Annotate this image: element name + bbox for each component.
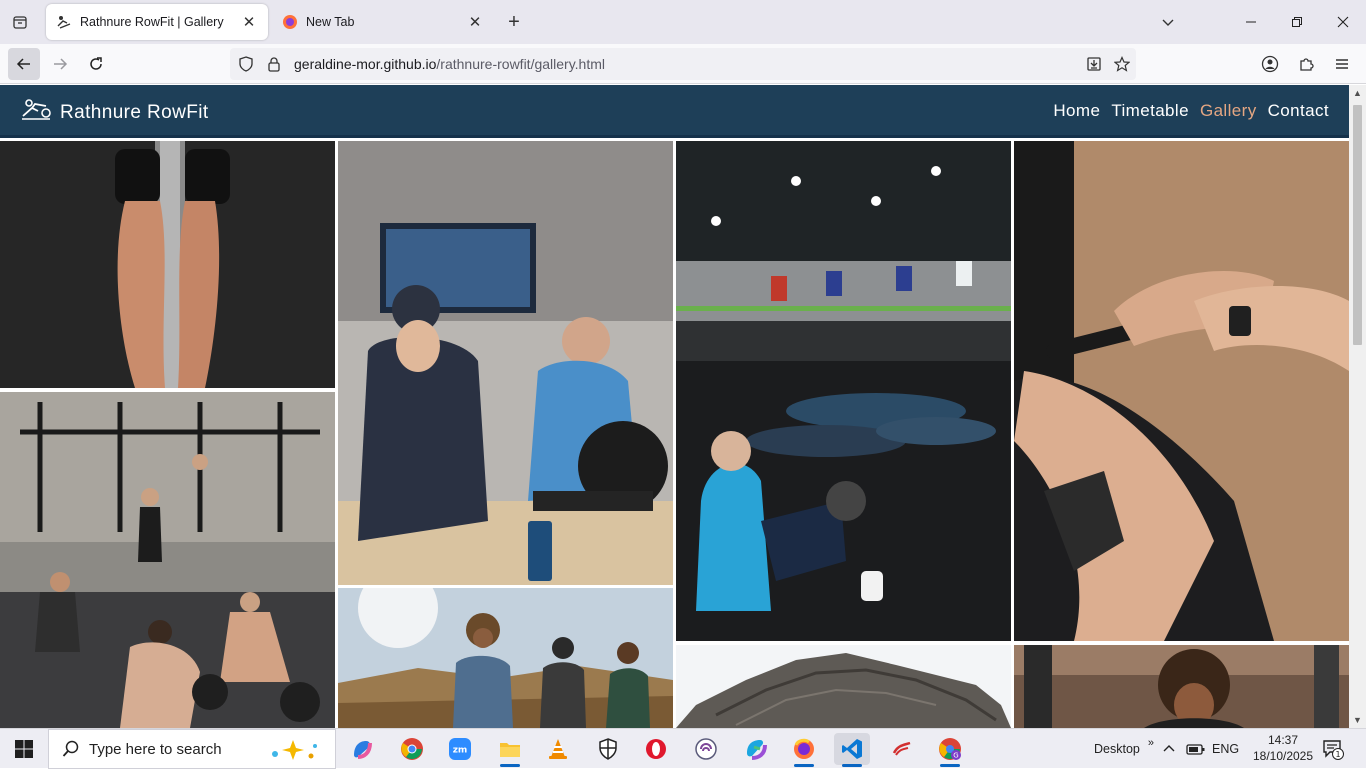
bookmark-star-icon[interactable] <box>1108 52 1136 76</box>
clock-time: 14:37 <box>1267 733 1299 747</box>
back-arrow-icon[interactable] <box>8 48 40 80</box>
reload-icon[interactable] <box>80 48 112 80</box>
notification-count: 1 <box>1335 750 1340 759</box>
desktop-toolbar-label[interactable]: Desktop » <box>1094 729 1154 769</box>
windows-taskbar: Type here to search zm G Desktop » ENG 1… <box>0 728 1366 769</box>
nav-gallery[interactable]: Gallery <box>1200 101 1257 121</box>
close-tab-icon[interactable]: ✕ <box>466 13 484 31</box>
minimize-icon[interactable] <box>1228 0 1274 44</box>
chrome-app-icon[interactable] <box>394 733 430 765</box>
new-tab-plus-icon[interactable]: + <box>502 10 526 34</box>
chrome-profile-app-icon[interactable]: G <box>932 733 968 767</box>
tab-list-icon[interactable] <box>8 10 32 34</box>
download-page-icon[interactable] <box>1080 52 1108 76</box>
restore-icon[interactable] <box>1274 0 1320 44</box>
app-running-indicator <box>940 764 960 767</box>
page-viewport: Rathnure RowFit Home Timetable Gallery C… <box>0 85 1366 728</box>
clock-date: 18/10/2025 <box>1252 749 1314 763</box>
tab-rathnure-gallery[interactable]: Rathnure RowFit | Gallery ✕ <box>46 4 268 40</box>
desktop-label: Desktop <box>1094 742 1140 756</box>
friends-hiking-photo[interactable] <box>338 588 673 728</box>
rowing-handle-grip-photo[interactable] <box>1014 141 1349 641</box>
search-icon <box>61 739 81 759</box>
scrollbar-thumb[interactable] <box>1353 105 1362 345</box>
scroll-down-arrow-icon[interactable]: ▼ <box>1349 712 1366 728</box>
security-shield-app-icon[interactable] <box>590 733 626 765</box>
gym-situps-class-photo[interactable] <box>676 141 1011 641</box>
search-highlight-sparkle-icon <box>265 738 325 762</box>
lock-icon[interactable] <box>262 52 286 76</box>
brand-logo-link[interactable]: Rathnure RowFit <box>20 98 209 127</box>
rock-formation-photo[interactable] <box>676 645 1011 728</box>
app-running-indicator <box>794 764 814 767</box>
vlc-app-icon[interactable] <box>540 733 576 765</box>
tab-new-tab[interactable]: New Tab ✕ <box>272 4 494 40</box>
clock[interactable]: 14:37 18/10/2025 <box>1250 732 1316 764</box>
chevron-double-right-icon[interactable]: » <box>1148 737 1154 749</box>
vscode-app-icon[interactable] <box>834 733 870 767</box>
browser-toolbar: geraldine-mor.github.io/rathnure-rowfit/… <box>0 44 1366 84</box>
svg-text:G: G <box>953 752 958 760</box>
rower-favicon-icon <box>56 14 72 30</box>
zoom-app-icon[interactable]: zm <box>442 733 478 765</box>
language-indicator[interactable]: ENG <box>1212 729 1239 769</box>
svg-text:zm: zm <box>453 746 468 756</box>
url-text[interactable]: geraldine-mor.github.io/rathnure-rowfit/… <box>294 56 1080 72</box>
site-header: Rathnure RowFit Home Timetable Gallery C… <box>0 85 1349 138</box>
nav-contact[interactable]: Contact <box>1268 101 1329 121</box>
file-explorer-icon[interactable] <box>492 733 528 767</box>
windows-start-icon[interactable] <box>0 729 48 769</box>
taskbar-search-box[interactable]: Type here to search <box>48 729 336 769</box>
scroll-up-arrow-icon[interactable]: ▲ <box>1349 85 1366 101</box>
rower-logo-icon <box>20 98 52 127</box>
firefox-favicon-icon <box>282 14 298 30</box>
forward-arrow-icon[interactable] <box>44 48 76 80</box>
close-window-icon[interactable] <box>1320 0 1366 44</box>
opera-app-icon[interactable] <box>638 733 674 765</box>
crossfit-group-photo[interactable] <box>0 392 335 728</box>
rowing-legs-photo[interactable] <box>0 141 335 388</box>
indoor-rowing-event-photo[interactable] <box>338 141 673 585</box>
tab-title: Rathnure RowFit | Gallery <box>80 15 224 29</box>
brand-name: Rathnure RowFit <box>60 101 209 123</box>
nav-timetable[interactable]: Timetable <box>1111 101 1189 121</box>
site-nav: Home Timetable Gallery Contact <box>1042 101 1329 121</box>
microsoft-365-app-icon[interactable] <box>738 733 774 765</box>
url-host: geraldine-mor.github.io <box>294 56 437 72</box>
firefox-app-icon[interactable] <box>786 733 822 767</box>
tray-overflow-chevron-icon[interactable] <box>1162 729 1176 769</box>
app-running-indicator <box>842 764 862 767</box>
url-path: /rathnure-rowfit/gallery.html <box>436 56 605 72</box>
chevron-down-icon[interactable] <box>1156 10 1180 34</box>
address-bar[interactable]: geraldine-mor.github.io/rathnure-rowfit/… <box>230 48 1136 80</box>
language-label: ENG <box>1212 742 1240 756</box>
tor-browser-app-icon[interactable] <box>688 733 724 765</box>
notifications-icon[interactable]: 1 <box>1322 729 1344 769</box>
close-tab-icon[interactable]: ✕ <box>240 13 258 31</box>
copilot-app-icon[interactable] <box>344 733 380 765</box>
menu-hamburger-icon[interactable] <box>1330 52 1354 76</box>
browser-tab-bar: Rathnure RowFit | Gallery ✕ New Tab ✕ + <box>0 0 1366 44</box>
shield-icon[interactable] <box>234 52 258 76</box>
woman-gym-workout-photo[interactable] <box>1014 645 1349 728</box>
extensions-icon[interactable] <box>1294 52 1318 76</box>
red-app-icon[interactable] <box>884 733 920 765</box>
account-icon[interactable] <box>1258 52 1282 76</box>
tab-title: New Tab <box>306 15 355 29</box>
page-scrollbar[interactable]: ▲ ▼ <box>1349 85 1366 728</box>
battery-network-icon[interactable] <box>1186 729 1206 769</box>
app-running-indicator <box>500 764 520 767</box>
search-placeholder: Type here to search <box>89 740 222 758</box>
nav-home[interactable]: Home <box>1053 101 1100 121</box>
